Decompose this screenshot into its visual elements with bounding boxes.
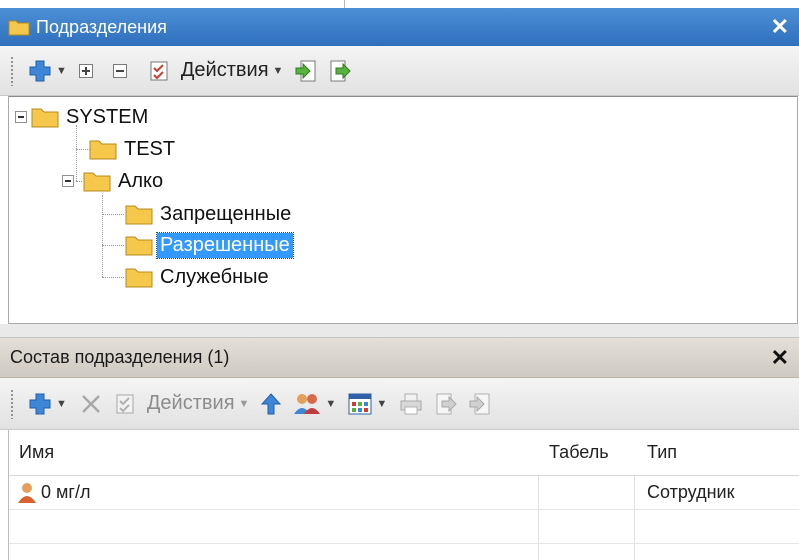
export-button[interactable] (329, 56, 352, 86)
print-button[interactable] (399, 389, 423, 419)
collapse-toggle[interactable] (62, 175, 74, 187)
chevron-down-icon: ▼ (272, 64, 284, 77)
chevron-down-icon[interactable]: ▼ (376, 398, 387, 410)
move-up-button[interactable] (261, 389, 282, 419)
tree-connector (76, 125, 77, 181)
table-row[interactable]: 0 мг/л Сотрудник (9, 476, 799, 510)
department-tree[interactable]: SYSTEM TEST Алко Запрещенные Разрешенные… (8, 96, 798, 324)
import-button[interactable] (469, 389, 491, 419)
delete-icon (82, 394, 100, 413)
folder-icon (125, 205, 153, 225)
tree-node-allowed[interactable]: Разрешенные (125, 231, 294, 259)
print-icon (400, 393, 422, 414)
actions-label: Действия (146, 392, 235, 414)
close-icon[interactable]: ✕ (771, 14, 789, 40)
folder-icon (31, 108, 59, 128)
import-button[interactable] (295, 56, 317, 86)
expand-all-icon (78, 63, 93, 78)
cell-name: 0 мг/л (17, 476, 90, 509)
tree-node-label: Служебные (160, 265, 269, 288)
column-header-name[interactable]: Имя (19, 430, 54, 475)
tree-connector (76, 181, 82, 182)
export-button[interactable] (435, 389, 457, 419)
composition-grid[interactable]: Имя Табель Тип 0 мг/л Сотрудник (8, 430, 799, 560)
composition-title-bar: Состав подразделения (1) ✕ (0, 338, 799, 378)
tree-connector (102, 245, 124, 246)
tree-node-label: TEST (124, 137, 176, 160)
grid-header: Имя Табель Тип (9, 430, 799, 476)
checklist-icon (150, 61, 168, 80)
users-button[interactable]: ▼ (293, 389, 336, 419)
add-button[interactable]: ▼ (28, 56, 67, 86)
tree-connector (102, 195, 103, 277)
cell-type: Сотрудник (647, 482, 735, 502)
panel-title: Подразделения (36, 16, 167, 37)
folder-icon (89, 140, 117, 160)
collapse-all-button[interactable] (112, 56, 127, 86)
table-view-button[interactable]: ▼ (348, 389, 387, 419)
chevron-down-icon[interactable]: ▼ (325, 398, 336, 410)
column-header-type[interactable]: Тип (647, 430, 677, 475)
collapse-toggle[interactable] (15, 111, 27, 123)
panel-title: Состав подразделения (1) (10, 347, 230, 367)
tree-node-label: Запрещенные (160, 202, 292, 225)
panel-splitter[interactable] (0, 324, 799, 338)
employee-name: 0 мг/л (41, 482, 91, 502)
actions-menu[interactable]: Действия ▼ (147, 389, 250, 419)
import-icon (469, 393, 490, 414)
tree-node-forbidden[interactable]: Запрещенные (125, 200, 294, 228)
tree-node-label-selected: Разрешенные (156, 231, 294, 259)
toolbar-grip[interactable] (10, 388, 14, 419)
checklist-button[interactable] (115, 389, 135, 419)
plus-icon (29, 60, 51, 81)
export-icon (330, 60, 352, 81)
top-strip (0, 0, 799, 8)
chevron-down-icon[interactable]: ▼ (56, 398, 67, 410)
tree-toolbar: ▼ Действия ▼ (0, 46, 799, 96)
table-row-empty[interactable] (9, 510, 799, 544)
tree-node-test[interactable]: TEST (89, 135, 178, 163)
add-button[interactable]: ▼ (28, 389, 67, 419)
export-icon (436, 393, 457, 414)
tree-node-alko[interactable]: Алко (83, 167, 166, 195)
import-icon (295, 60, 316, 81)
divider (344, 0, 345, 8)
plus-icon (29, 393, 51, 414)
close-icon[interactable]: ✕ (771, 345, 789, 371)
panel-title-bar: Подразделения ✕ (0, 8, 799, 46)
users-icon (294, 393, 321, 414)
tree-connector (102, 214, 124, 215)
table-view-icon (348, 393, 372, 414)
tree-connector (102, 277, 124, 278)
composition-toolbar: ▼ Действия ▼ ▼ ▼ (0, 378, 799, 430)
delete-button[interactable] (79, 389, 103, 419)
chevron-down-icon: ▼ (238, 397, 250, 410)
tree-node-label: SYSTEM (66, 105, 149, 128)
expand-all-button[interactable] (78, 56, 93, 86)
checklist-button[interactable] (149, 56, 169, 86)
actions-menu[interactable]: Действия ▼ (181, 56, 284, 86)
chevron-down-icon[interactable]: ▼ (56, 65, 67, 77)
folder-icon (8, 20, 30, 36)
user-icon (18, 482, 36, 503)
toolbar-grip[interactable] (10, 55, 14, 86)
tree-node-service[interactable]: Служебные (125, 263, 272, 291)
tree-connector (76, 149, 90, 150)
move-up-icon (261, 392, 282, 414)
tree-node-system[interactable]: SYSTEM (31, 103, 151, 131)
actions-label: Действия (180, 59, 269, 81)
tree-node-label: Алко (118, 169, 164, 192)
folder-icon (125, 268, 153, 288)
collapse-all-icon (112, 63, 127, 78)
folder-icon (125, 236, 153, 256)
folder-icon (83, 172, 111, 192)
checklist-icon (116, 394, 134, 413)
column-header-tabel[interactable]: Табель (549, 430, 609, 475)
